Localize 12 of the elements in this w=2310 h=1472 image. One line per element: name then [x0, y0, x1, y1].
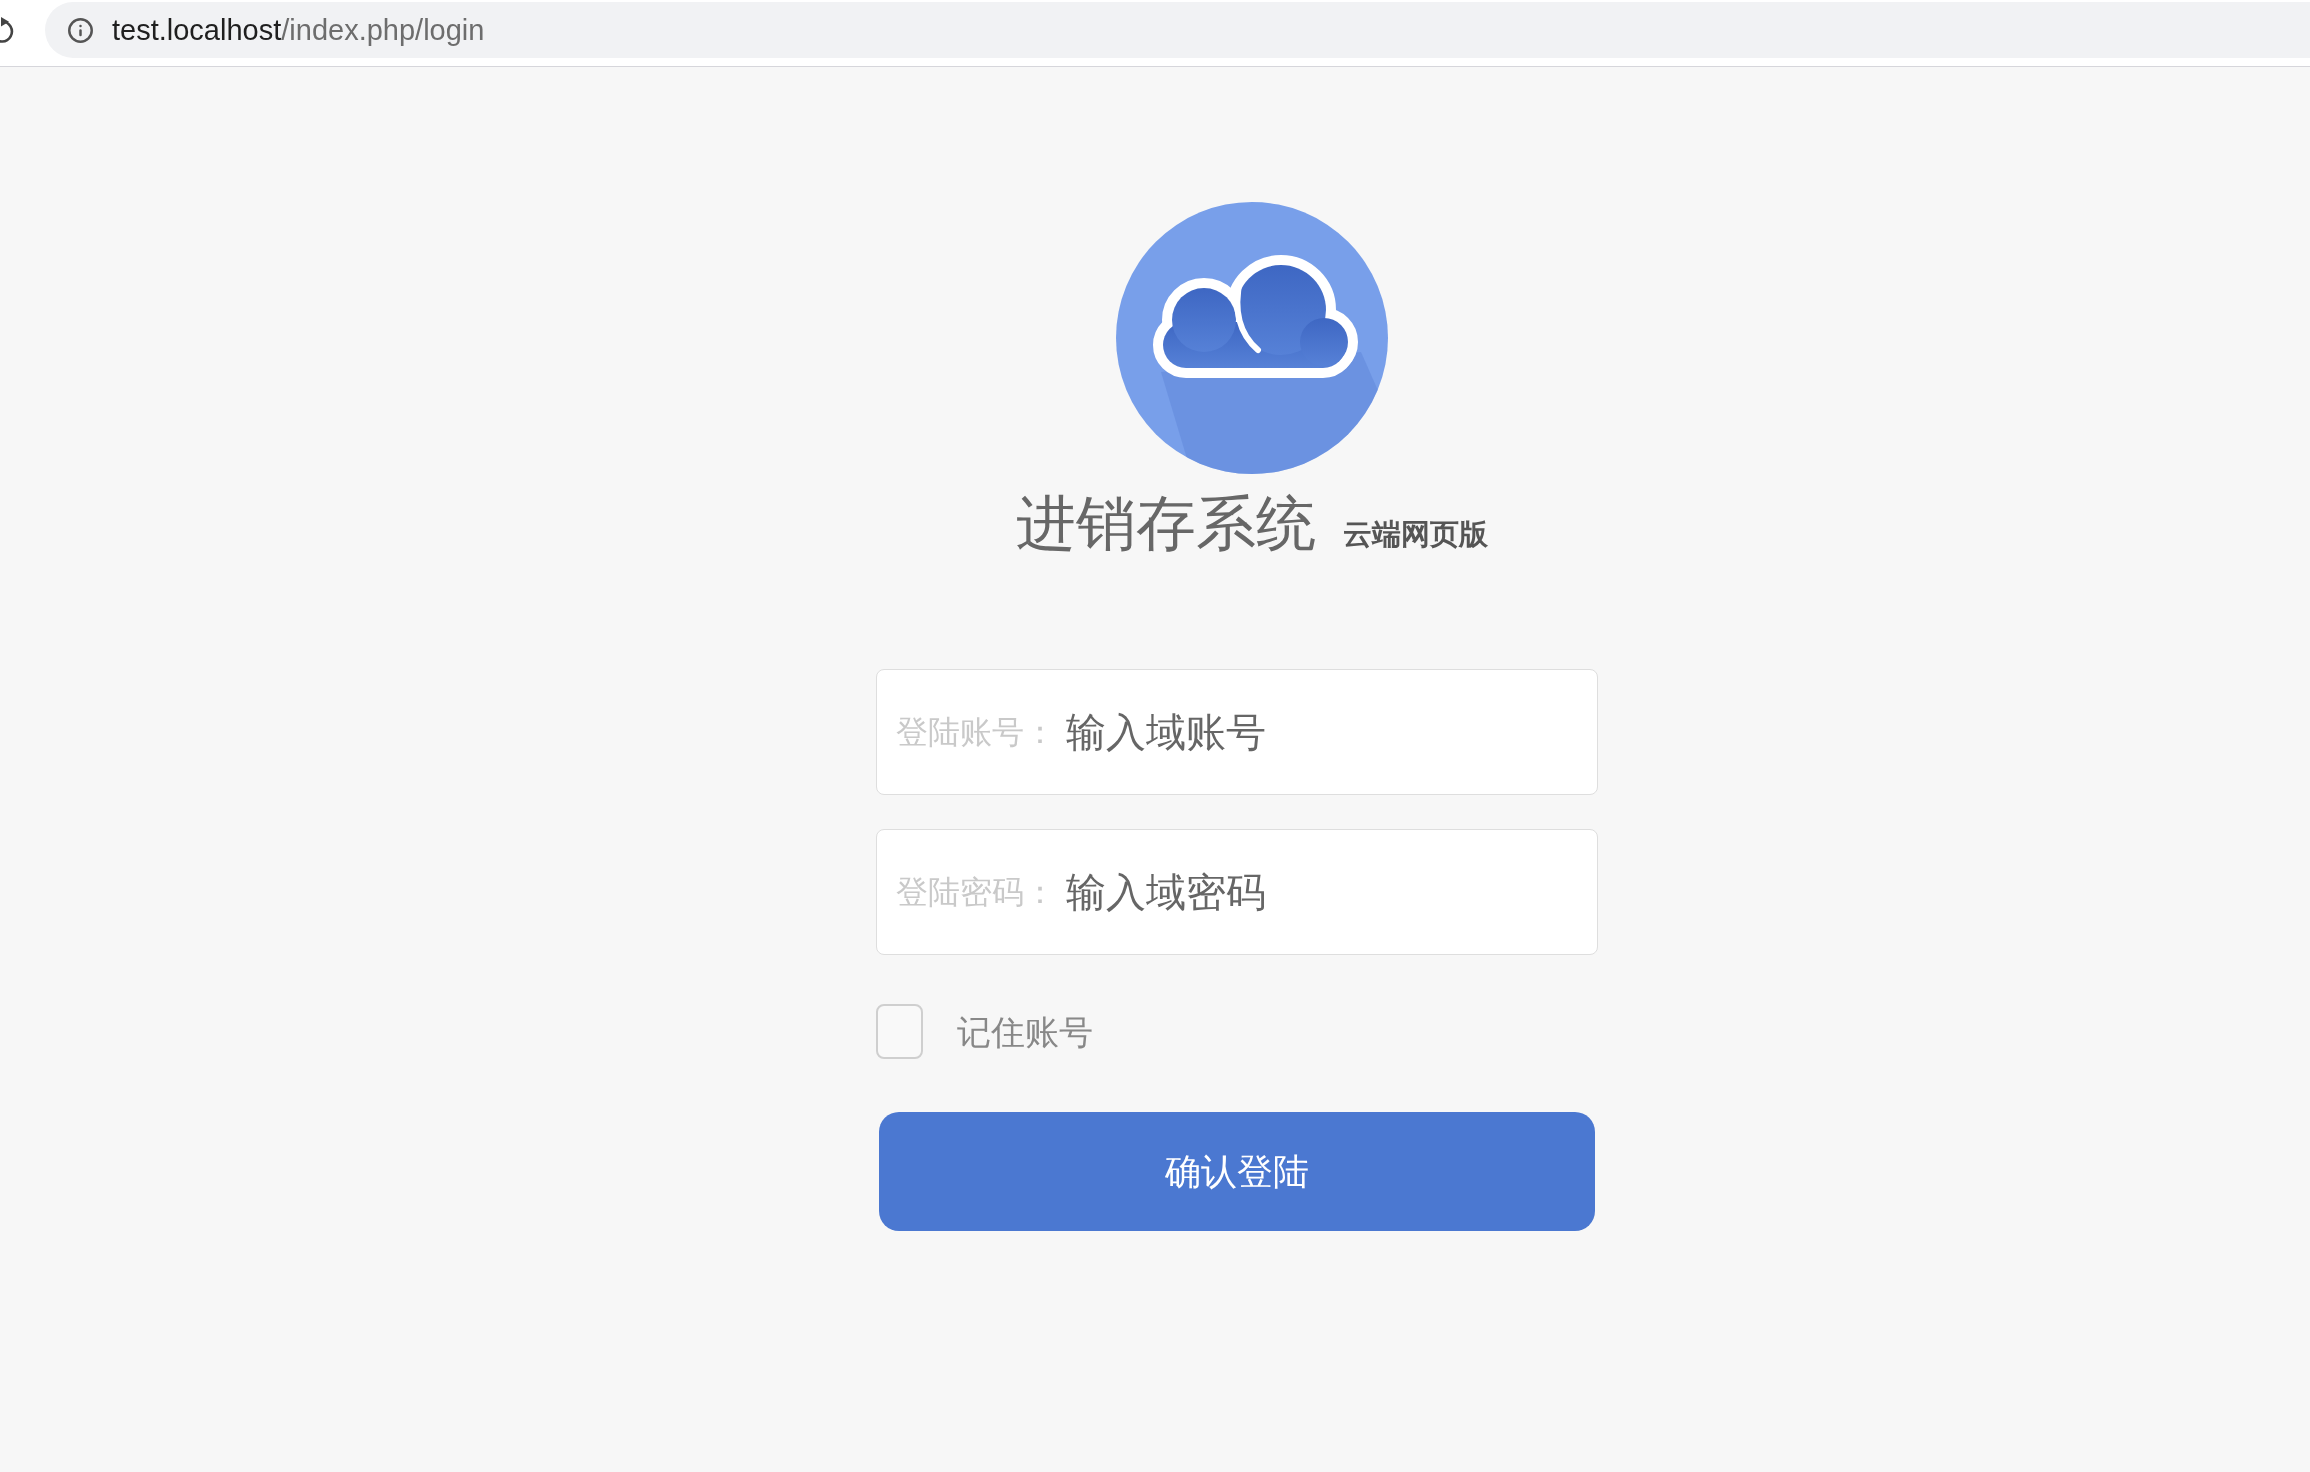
address-bar[interactable]: test.localhost/index.php/login — [45, 2, 2310, 58]
reload-icon[interactable] — [0, 17, 16, 45]
info-icon[interactable] — [67, 16, 94, 44]
remember-checkbox[interactable] — [876, 1004, 923, 1059]
url-text: test.localhost/index.php/login — [112, 15, 485, 45]
app-subtitle: 云端网页版 — [1343, 520, 1488, 549]
remember-label: 记住账号 — [957, 1014, 1093, 1049]
login-button[interactable]: 确认登陆 — [879, 1112, 1595, 1231]
cloud-logo-icon — [1116, 202, 1388, 474]
app-title: 进销存系统 — [1016, 494, 1316, 554]
text-input[interactable]: 输入域账号 — [1066, 702, 1578, 762]
text-input[interactable]: 输入域密码 — [1066, 862, 1578, 922]
